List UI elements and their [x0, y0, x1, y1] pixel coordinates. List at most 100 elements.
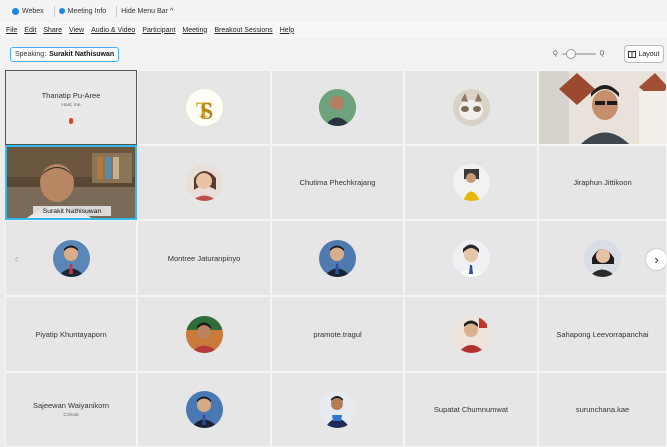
participant-video [539, 71, 666, 144]
avatar [452, 239, 490, 277]
menu-bar: File Edit Share View Audio & Video Parti… [0, 22, 667, 38]
participant-tile[interactable]: pramote.tragul [271, 296, 404, 372]
webex-logo-icon [12, 7, 19, 15]
participant-tile[interactable] [271, 70, 404, 145]
zoom-in-icon[interactable]: Q [600, 51, 605, 57]
participant-tile[interactable]: Thanatip Pu-Aree Host, me [5, 70, 137, 145]
menu-breakout-sessions[interactable]: Breakout Sessions [214, 27, 272, 34]
menu-view[interactable]: View [69, 27, 84, 34]
participant-name: pramote.tragul [313, 329, 362, 339]
participant-name: Sajeewan Waiyanikorn [32, 401, 109, 410]
person-photo [319, 239, 356, 277]
layout-icon [628, 50, 637, 58]
menu-participant[interactable]: Participant [142, 27, 175, 34]
avatar [319, 391, 356, 428]
avatar [452, 315, 490, 353]
avatar [185, 164, 223, 201]
person-photo [185, 315, 223, 353]
zoom-slider-handle[interactable] [565, 49, 576, 59]
menu-audio-video[interactable]: Audio & Video [91, 27, 135, 34]
meeting-info-button[interactable]: Meeting Info [53, 5, 111, 17]
person-photo [452, 164, 490, 201]
participant-tile[interactable] [538, 70, 667, 145]
participant-name: Thanatip Pu-Aree [41, 91, 101, 100]
participant-tile[interactable] [271, 372, 404, 447]
participant-tile[interactable]: Chutima Phechkrajang [271, 145, 404, 220]
participant-tile[interactable] [404, 70, 538, 145]
menu-help[interactable]: Help [280, 27, 294, 34]
avatar [319, 239, 356, 277]
person-photo [452, 315, 490, 353]
hide-menu-bar-button[interactable]: Hide Menu Bar ^ [116, 5, 177, 17]
participant-tile[interactable]: Jiraphun Jittikoon [538, 145, 667, 220]
avatar [52, 239, 90, 277]
layout-label: Layout [638, 50, 660, 58]
participant-tile[interactable]: Sahapong Leevorrapanchai [538, 296, 667, 372]
zoom-control: Q Q [553, 47, 615, 61]
webex-label: Webex [22, 7, 44, 15]
svg-text:S: S [200, 99, 213, 125]
avatar [185, 391, 223, 428]
participant-tile[interactable] [137, 372, 271, 447]
previous-page-button[interactable]: ‹ [6, 248, 27, 269]
avatar [584, 239, 621, 277]
participant-tile[interactable]: Supatat Chumnumwat [404, 372, 538, 447]
participant-name: surunchana.kae [575, 405, 630, 414]
hide-menu-bar-label: Hide Menu Bar ^ [121, 7, 174, 15]
webex-app-button[interactable]: Webex [8, 6, 48, 17]
avatar: T S [185, 89, 223, 126]
person-photo [319, 89, 356, 126]
zoom-out-icon[interactable]: Q [553, 51, 558, 57]
menu-meeting[interactable]: Meeting [182, 27, 207, 34]
chevron-right-icon: › [654, 252, 659, 267]
person-photo [452, 239, 490, 277]
menu-share[interactable]: Share [43, 27, 62, 34]
participant-tile[interactable] [137, 145, 271, 220]
participant-name: Jiraphun Jittikoon [573, 178, 632, 187]
video-feed [539, 71, 666, 144]
speaking-indicator: Speaking: Surakit Nathisuwan [10, 47, 120, 62]
meeting-info-label: Meeting Info [67, 7, 107, 15]
info-icon [58, 8, 65, 14]
participant-name: Sahapong Leevorrapanchai [556, 329, 649, 339]
person-photo [185, 391, 223, 428]
avatar [452, 89, 490, 126]
top-bar: Webex Meeting Info Hide Menu Bar ^ [0, 0, 667, 22]
participant-tile[interactable]: Sajeewan Waiyanikorn Cohost [5, 372, 137, 447]
avatar [185, 315, 223, 353]
participant-role: Host, me [61, 103, 81, 108]
participant-name: Chutima Phechkrajang [299, 178, 376, 187]
chevron-left-icon: ‹ [14, 251, 19, 266]
menu-edit[interactable]: Edit [24, 27, 36, 34]
participant-tile[interactable]: Piyatip Khuntayaporn [5, 296, 137, 372]
participant-tile[interactable]: surunchana.kae [538, 372, 667, 447]
participant-tile[interactable]: Montree Jaturanpinyo [137, 220, 271, 296]
participant-grid: Thanatip Pu-Aree Host, me T S Surakit Na… [5, 70, 667, 447]
participant-tile[interactable] [271, 220, 404, 296]
person-photo [185, 164, 223, 201]
participant-name: Supatat Chumnumwat [433, 405, 509, 414]
speaking-label: Speaking: [15, 51, 47, 58]
avatar [319, 89, 356, 126]
cat-photo [452, 89, 490, 126]
participant-tile[interactable]: Surakit Nathisuwan [5, 145, 137, 220]
menu-file[interactable]: File [6, 27, 17, 34]
zoom-slider[interactable] [561, 49, 596, 59]
participant-name-label: Surakit Nathisuwan [33, 206, 111, 216]
person-photo [319, 391, 356, 428]
participant-name: Montree Jaturanpinyo [167, 253, 241, 263]
participant-tile[interactable] [404, 296, 538, 372]
participant-tile[interactable]: T S [137, 70, 271, 145]
layout-button[interactable]: Layout [624, 45, 664, 63]
muted-mic-icon [69, 118, 73, 124]
participant-tile[interactable] [404, 220, 538, 296]
university-logo-icon: T S [186, 89, 222, 126]
participant-tile[interactable] [137, 296, 271, 372]
person-photo [584, 239, 621, 277]
speaking-name: Surakit Nathisuwan [49, 51, 115, 58]
avatar [452, 164, 490, 201]
person-photo [52, 239, 90, 277]
next-page-button[interactable]: › [646, 249, 667, 270]
participant-tile[interactable] [404, 145, 538, 220]
participant-name: Piyatip Khuntayaporn [35, 329, 107, 339]
